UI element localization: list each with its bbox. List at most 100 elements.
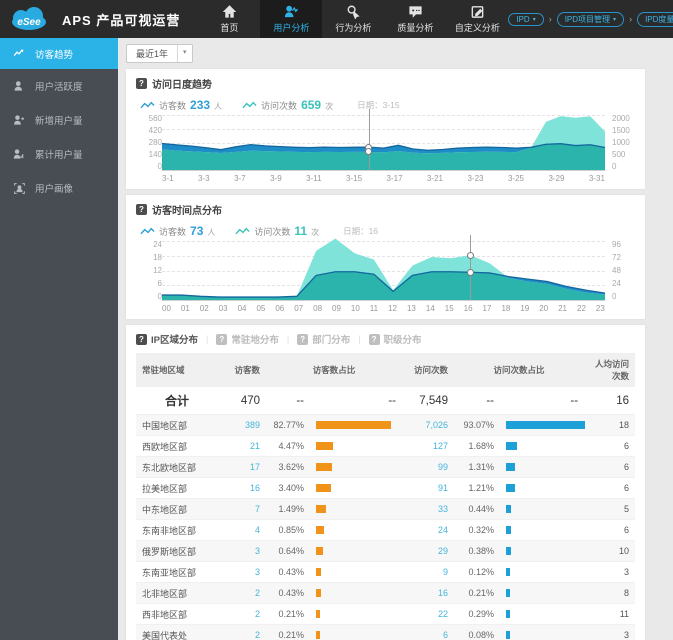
time-range-select[interactable]: 最近1年 ▾ — [126, 44, 193, 63]
sidebar-item-5[interactable]: 用户画像 — [0, 171, 118, 205]
tab-3[interactable]: ? 部门分布 — [297, 332, 350, 346]
visits-cell[interactable]: 33 — [402, 498, 455, 520]
visitors-bar-cell — [310, 624, 403, 640]
visitors-pct-cell: 82.77% — [266, 414, 310, 436]
help-icon[interactable]: ? — [368, 333, 380, 345]
sidebar-item-2[interactable]: 用户活跃度 — [0, 69, 118, 103]
breadcrumb-pill[interactable]: IPD项目管理 ▾ — [556, 11, 625, 27]
visitors-cell[interactable]: 17 — [218, 456, 266, 478]
user-add-icon — [14, 114, 25, 125]
card-title: 访客时间点分布 — [152, 206, 222, 217]
visits-cell[interactable]: 29 — [402, 540, 455, 562]
region-cell: 西非地区部 — [136, 603, 218, 625]
y-axis-tick: 1000 — [612, 138, 630, 147]
help-icon[interactable]: ? — [136, 204, 147, 215]
breadcrumb-pill[interactable]: IPD ▾ — [508, 12, 544, 26]
visitors-cell[interactable]: 2 — [218, 582, 266, 604]
visits-cell[interactable]: 22 — [402, 603, 455, 625]
sidebar-item-3[interactable]: 新增用户量 — [0, 103, 118, 137]
daily-chart-plot[interactable] — [162, 109, 605, 171]
nav-item-2[interactable]: 用户分析 — [260, 0, 323, 38]
visits-cell[interactable]: 91 — [402, 477, 455, 499]
visitors-cell[interactable]: 2 — [218, 624, 266, 640]
app-root: eSee APS 产品可视运营 首页 用户分析 行为分析 质量分析 自定义分析 IPD ▾… — [0, 0, 673, 640]
table-row[interactable]: 美国代表处 2 0.21% 6 0.08% 3 — [136, 624, 636, 640]
table-row[interactable]: 西欧地区部 21 4.47% 127 1.68% 6 — [136, 435, 636, 457]
region-cell: 东南非地区部 — [136, 519, 218, 541]
visitors-cell[interactable]: 2 — [218, 603, 266, 625]
hourly-chart-plot[interactable] — [162, 235, 605, 301]
table-row[interactable]: 中国地区部 389 82.77% 7,026 93.07% 18 — [136, 414, 636, 436]
table-row[interactable]: 东南非地区部 4 0.85% 24 0.32% 6 — [136, 519, 636, 541]
chevron-down-icon[interactable]: ▾ — [177, 45, 192, 62]
visits-cell[interactable]: 99 — [402, 456, 455, 478]
nav-item-5[interactable]: 自定义分析 — [446, 0, 508, 38]
visitors-bar-cell — [310, 456, 403, 478]
nav-item-1[interactable]: 首页 — [198, 0, 260, 38]
legend-item[interactable]: 访客数 73 人 — [140, 224, 215, 238]
visits-cell[interactable]: 9 — [402, 561, 455, 583]
visits-bar — [506, 505, 512, 513]
legend-current-point: 日期：3-15 — [357, 100, 400, 110]
table-row[interactable]: 西非地区部 2 0.21% 22 0.29% 11 — [136, 603, 636, 625]
legend-unit: 人 — [207, 228, 216, 237]
visits-cell[interactable]: 6 — [402, 624, 455, 640]
x-axis-tick: 3-31 — [588, 174, 605, 183]
x-axis-tick: 16 — [463, 304, 473, 313]
visitors-cell[interactable]: 3 — [218, 561, 266, 583]
tab-4[interactable]: ? 职级分布 — [368, 332, 422, 346]
y-axis-tick: 0 — [612, 162, 617, 171]
nav-item-4[interactable]: 质量分析 — [384, 0, 446, 38]
col-avg: 人均访问次数 — [584, 353, 636, 387]
table-row[interactable]: 东南亚地区部 3 0.43% 9 0.12% 3 — [136, 561, 636, 583]
visits-bar — [506, 589, 511, 597]
visits-bar-cell — [500, 540, 585, 562]
summary-visits: 7,549 — [402, 387, 455, 415]
visits-bar-cell — [500, 582, 585, 604]
visitors-cell[interactable]: 3 — [218, 540, 266, 562]
legend-item[interactable]: 访问次数 11 次 — [235, 224, 319, 238]
chevron-down-icon[interactable]: ▾ — [613, 16, 616, 23]
visits-cell[interactable]: 127 — [402, 435, 455, 457]
help-icon[interactable]: ? — [136, 78, 147, 89]
table-row[interactable]: 东北欧地区部 17 3.62% 99 1.31% 6 — [136, 456, 636, 478]
chevron-down-icon[interactable]: ▾ — [533, 16, 536, 23]
table-row[interactable]: 俄罗斯地区部 3 0.64% 29 0.38% 10 — [136, 540, 636, 562]
nav-item-3[interactable]: 行为分析 — [322, 0, 384, 38]
col-visitors-pct: 访客数占比 — [266, 353, 403, 387]
visits-cell[interactable]: 24 — [402, 519, 455, 541]
avg-cell: 3 — [584, 561, 636, 583]
visits-cell[interactable]: 16 — [402, 582, 455, 604]
visits-cell[interactable]: 7,026 — [402, 414, 455, 436]
tab-1[interactable]: ? IP区域分布 — [136, 332, 198, 346]
region-cell: 拉美地区部 — [136, 477, 218, 499]
summary-visits-pct: -- — [454, 387, 501, 415]
table-row[interactable]: 中东地区部 7 1.49% 33 0.44% 5 — [136, 498, 636, 520]
region-cell: 东南亚地区部 — [136, 561, 218, 583]
table-row[interactable]: 北非地区部 2 0.43% 16 0.21% 8 — [136, 582, 636, 604]
table-row[interactable]: 拉美地区部 16 3.40% 91 1.21% 6 — [136, 477, 636, 499]
region-cell: 中东地区部 — [136, 498, 218, 520]
help-icon[interactable]: ? — [297, 333, 309, 345]
visitors-pct-cell: 4.47% — [266, 435, 310, 457]
visitors-cell[interactable]: 7 — [218, 498, 266, 520]
visitors-cell[interactable]: 21 — [218, 435, 266, 457]
legend-item[interactable]: 访客数 233 人 — [140, 98, 222, 112]
tab-2[interactable]: ? 常驻地分布 — [216, 332, 279, 346]
sidebar-item-4[interactable]: 累计用户量 — [0, 137, 118, 171]
help-icon[interactable]: ? — [136, 333, 147, 345]
breadcrumb-pill[interactable]: IPD度量管理▾× — [637, 11, 673, 27]
visits-pct-cell: 0.38% — [454, 540, 501, 562]
visitors-cell[interactable]: 389 — [218, 414, 266, 436]
help-icon[interactable]: ? — [216, 333, 228, 345]
sidebar-item-1[interactable]: 访客趋势 — [0, 38, 118, 69]
col-region: 常驻地区域 — [136, 353, 218, 387]
x-axis-tick: 3-21 — [426, 174, 443, 183]
visitors-cell[interactable]: 4 — [218, 519, 266, 541]
visitors-bar-cell — [310, 540, 403, 562]
x-axis-tick: 23 — [595, 304, 605, 313]
legend-item[interactable]: 访问次数 659 次 — [242, 98, 333, 112]
sidebar-item-label: 新增用户量 — [35, 116, 83, 127]
hover-marker-line — [470, 235, 472, 300]
visitors-cell[interactable]: 16 — [218, 477, 266, 499]
